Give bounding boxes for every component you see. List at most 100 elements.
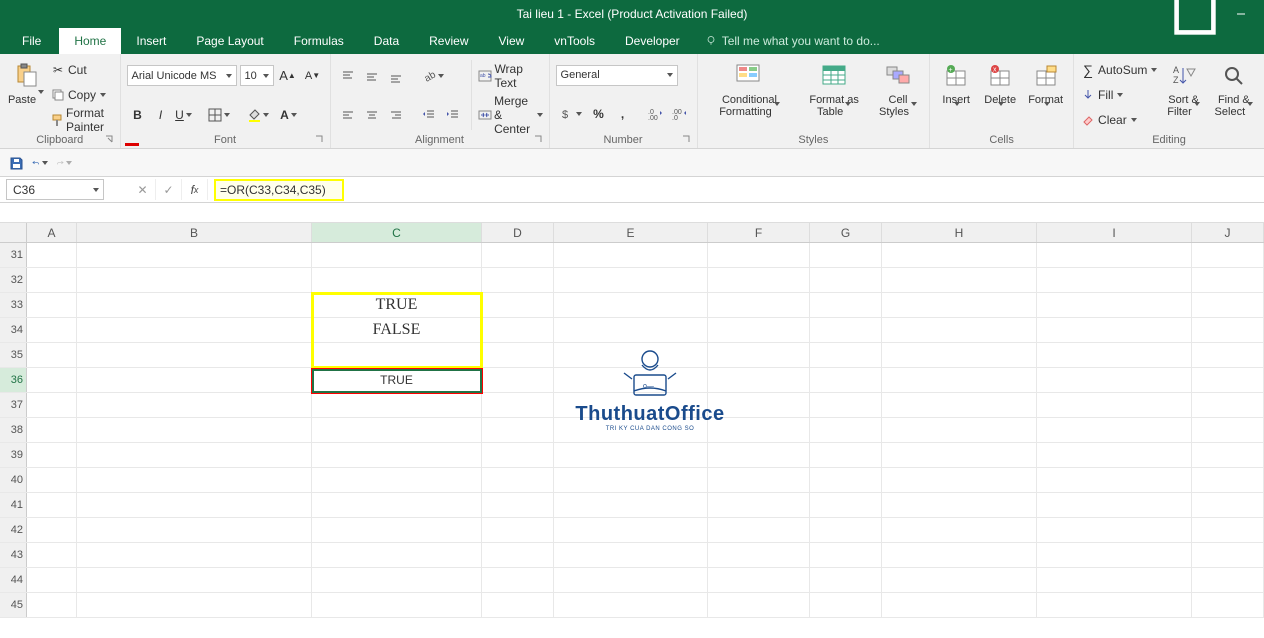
select-all-corner[interactable] xyxy=(0,223,27,242)
cell[interactable] xyxy=(882,568,1037,592)
cell[interactable] xyxy=(1037,493,1192,517)
row-header[interactable]: 45 xyxy=(0,593,27,617)
cell[interactable] xyxy=(27,493,77,517)
cell[interactable] xyxy=(27,343,77,367)
cell[interactable] xyxy=(882,418,1037,442)
row-header[interactable]: 40 xyxy=(0,468,27,492)
format-as-table-button[interactable]: Format as Table xyxy=(799,58,868,132)
cell[interactable] xyxy=(1037,318,1192,342)
cell[interactable] xyxy=(708,493,810,517)
tab-developer[interactable]: Developer xyxy=(610,28,695,54)
cell[interactable] xyxy=(482,443,554,467)
spreadsheet-grid[interactable]: A B C D E F G H I J 313233TRUE34FALSE353… xyxy=(0,223,1264,638)
number-format-select[interactable]: General xyxy=(556,65,678,86)
tell-me-search[interactable]: Tell me what you want to do... xyxy=(695,28,880,54)
cell[interactable] xyxy=(810,443,882,467)
cell[interactable] xyxy=(77,468,312,492)
fill-color-button[interactable] xyxy=(243,104,273,126)
cell[interactable] xyxy=(708,418,810,442)
cell[interactable] xyxy=(1192,418,1264,442)
cell[interactable] xyxy=(554,343,708,367)
sort-filter-button[interactable]: AZSort & Filter xyxy=(1161,58,1205,132)
cell[interactable] xyxy=(882,543,1037,567)
borders-button[interactable] xyxy=(204,104,234,126)
cell[interactable] xyxy=(27,468,77,492)
cell[interactable] xyxy=(1192,393,1264,417)
row-header[interactable]: 43 xyxy=(0,543,27,567)
delete-cells-button[interactable]: xDelete xyxy=(980,58,1020,132)
cell[interactable] xyxy=(77,543,312,567)
cell[interactable] xyxy=(708,568,810,592)
ribbon-display-icon[interactable] xyxy=(1172,0,1218,28)
cell[interactable] xyxy=(77,343,312,367)
cell[interactable] xyxy=(482,268,554,292)
col-header[interactable]: E xyxy=(554,223,708,242)
cancel-formula-icon[interactable]: ✕ xyxy=(130,179,156,200)
font-name-select[interactable]: Arial Unicode MS xyxy=(127,65,237,86)
cell[interactable] xyxy=(882,468,1037,492)
cell[interactable] xyxy=(554,443,708,467)
cell[interactable] xyxy=(810,343,882,367)
cell[interactable] xyxy=(482,393,554,417)
cell[interactable] xyxy=(77,568,312,592)
cell[interactable] xyxy=(27,543,77,567)
tab-formulas[interactable]: Formulas xyxy=(279,28,359,54)
cell[interactable] xyxy=(554,418,708,442)
cell[interactable] xyxy=(810,543,882,567)
copy-button[interactable]: Copy xyxy=(50,84,114,106)
cell[interactable] xyxy=(482,243,554,267)
cell[interactable] xyxy=(1192,293,1264,317)
cell[interactable] xyxy=(27,518,77,542)
cell[interactable] xyxy=(77,243,312,267)
cell[interactable] xyxy=(882,368,1037,392)
font-color-button[interactable]: A xyxy=(274,104,304,126)
col-header[interactable]: B xyxy=(77,223,312,242)
tab-vntools[interactable]: vnTools xyxy=(539,28,610,54)
redo-icon[interactable] xyxy=(56,155,72,171)
cell[interactable] xyxy=(708,243,810,267)
cell[interactable] xyxy=(27,268,77,292)
cell[interactable] xyxy=(1192,493,1264,517)
row-header[interactable]: 32 xyxy=(0,268,27,292)
font-launcher[interactable] xyxy=(312,132,326,146)
cell[interactable] xyxy=(482,593,554,617)
cell[interactable] xyxy=(810,293,882,317)
row-header[interactable]: 42 xyxy=(0,518,27,542)
cell[interactable] xyxy=(554,393,708,417)
tab-view[interactable]: View xyxy=(484,28,540,54)
cell[interactable] xyxy=(708,293,810,317)
cell[interactable] xyxy=(1192,343,1264,367)
cell[interactable] xyxy=(554,268,708,292)
number-launcher[interactable] xyxy=(679,132,693,146)
cell[interactable] xyxy=(554,543,708,567)
row-header[interactable]: 35 xyxy=(0,343,27,367)
insert-cells-button[interactable]: +Insert xyxy=(936,58,976,132)
undo-icon[interactable] xyxy=(32,155,48,171)
tab-page-layout[interactable]: Page Layout xyxy=(181,28,278,54)
cell[interactable] xyxy=(1037,543,1192,567)
cell[interactable] xyxy=(1192,243,1264,267)
cell[interactable] xyxy=(312,443,482,467)
cell[interactable] xyxy=(27,318,77,342)
cell[interactable] xyxy=(1192,268,1264,292)
col-header[interactable]: D xyxy=(482,223,554,242)
percent-format-icon[interactable]: % xyxy=(588,103,610,125)
fill-button[interactable]: Fill xyxy=(1080,84,1157,106)
col-header[interactable]: I xyxy=(1037,223,1192,242)
comma-format-icon[interactable]: , xyxy=(612,103,634,125)
decrease-decimal-icon[interactable]: .00.0 xyxy=(669,103,691,125)
col-header[interactable]: H xyxy=(882,223,1037,242)
tab-home[interactable]: Home xyxy=(59,28,121,54)
accounting-format-icon[interactable]: $ xyxy=(556,103,586,125)
cell[interactable] xyxy=(27,293,77,317)
cell[interactable] xyxy=(1037,268,1192,292)
cell[interactable] xyxy=(482,518,554,542)
tab-data[interactable]: Data xyxy=(359,28,414,54)
cell[interactable] xyxy=(810,468,882,492)
cell[interactable] xyxy=(482,368,554,392)
cell[interactable] xyxy=(810,568,882,592)
cell[interactable] xyxy=(882,343,1037,367)
increase-decimal-icon[interactable]: .0.00 xyxy=(645,103,667,125)
orientation-icon[interactable]: ab xyxy=(418,65,448,87)
align-right-icon[interactable] xyxy=(385,104,407,126)
